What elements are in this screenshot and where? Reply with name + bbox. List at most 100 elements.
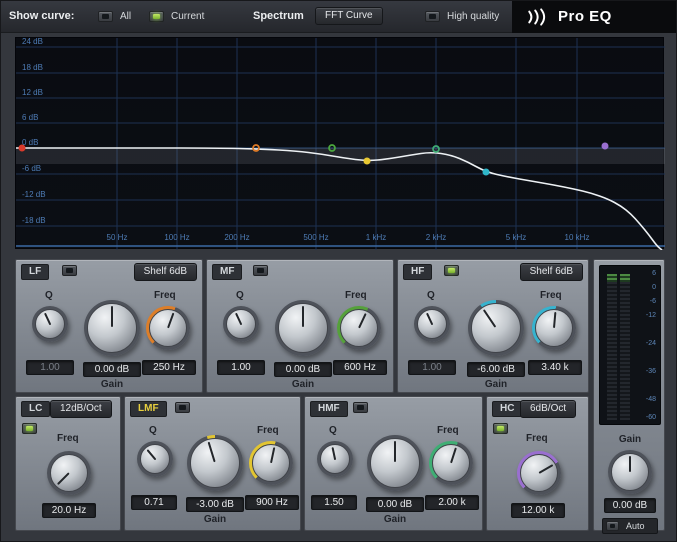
fft-curve-button[interactable]: FFT Curve bbox=[315, 7, 383, 25]
eq-handle-hc[interactable] bbox=[601, 142, 609, 150]
lf-freq-knob[interactable] bbox=[146, 306, 190, 350]
lf-gain-value[interactable]: 0.00 dB bbox=[83, 362, 141, 377]
band-panel-lc: LC 12dB/Oct Freq 20.0 Hz bbox=[15, 396, 121, 531]
hc-slope-button[interactable]: 6dB/Oct bbox=[520, 400, 577, 418]
eq-handle-lmf[interactable] bbox=[363, 157, 371, 165]
meter-scale-label: -48 bbox=[645, 396, 656, 403]
lc-slope-button[interactable]: 12dB/Oct bbox=[50, 400, 112, 418]
hf-q-label: Q bbox=[427, 290, 435, 301]
show-all-label: All bbox=[120, 11, 132, 22]
band-tab-hf[interactable]: HF bbox=[403, 264, 433, 280]
toolbar: Show curve: All Current Spectrum FFT Cur… bbox=[1, 1, 676, 33]
hc-freq-knob[interactable] bbox=[517, 451, 561, 495]
lmf-gain-value[interactable]: -3.00 dB bbox=[186, 497, 244, 512]
knob-rotor bbox=[427, 439, 475, 487]
lmf-gain-knob[interactable] bbox=[187, 435, 243, 491]
mf-freq-value[interactable]: 600 Hz bbox=[333, 360, 387, 375]
output-gain-knob[interactable] bbox=[608, 450, 652, 494]
hf-freq-value[interactable]: 3.40 k bbox=[528, 360, 582, 375]
knob-pointer bbox=[270, 447, 276, 464]
db-axis-label: -6 dB bbox=[22, 164, 41, 173]
knob-pointer bbox=[482, 309, 497, 328]
hmf-q-value[interactable]: 1.50 bbox=[311, 495, 357, 510]
freq-axis-label: 1 kHz bbox=[366, 233, 386, 242]
knob-rotor bbox=[184, 432, 246, 494]
output-gain-value[interactable]: 0.00 dB bbox=[604, 498, 656, 513]
mf-enable-checkbox[interactable] bbox=[253, 265, 268, 276]
mf-q-label: Q bbox=[236, 290, 244, 301]
band-tab-lf[interactable]: LF bbox=[21, 264, 50, 280]
knob-pointer bbox=[450, 447, 457, 464]
lmf-enable-checkbox[interactable] bbox=[175, 402, 190, 413]
mf-gain-knob[interactable] bbox=[275, 300, 331, 356]
high-quality-checkbox[interactable] bbox=[425, 11, 440, 22]
lc-freq-knob[interactable] bbox=[47, 451, 91, 495]
meter-scale-label: -60 bbox=[645, 414, 656, 421]
hf-enable-checkbox[interactable] bbox=[444, 265, 459, 276]
knob-pointer bbox=[56, 472, 70, 486]
hc-freq-value[interactable]: 12.00 k bbox=[511, 503, 565, 518]
meter-scale-label: 6 bbox=[652, 270, 656, 277]
mf-q-knob[interactable] bbox=[223, 306, 259, 342]
hf-q-value[interactable]: 1.00 bbox=[408, 360, 456, 375]
band-tab-hmf[interactable]: HMF bbox=[310, 401, 348, 417]
lmf-q-knob[interactable] bbox=[137, 441, 173, 477]
db-axis-label: 0 dB bbox=[22, 138, 38, 147]
knob-rotor bbox=[42, 446, 96, 500]
band-tab-lc[interactable]: LC bbox=[21, 401, 51, 417]
knob-pointer bbox=[629, 456, 631, 472]
eq-graph[interactable]: 24 dB 18 dB 12 dB 6 dB 0 dB -6 dB -12 dB -18 dB… bbox=[15, 37, 665, 250]
mf-gain-value[interactable]: 0.00 dB bbox=[274, 362, 332, 377]
mf-freq-knob[interactable] bbox=[337, 306, 381, 350]
band-panel-mf: MF Q 1.00 0.00 dB Gain Freq 600 Hz bbox=[206, 259, 394, 393]
lf-shelf-button[interactable]: Shelf 6dB bbox=[133, 263, 197, 281]
hmf-q-knob[interactable] bbox=[317, 441, 353, 477]
band-panel-hmf: HMF Q 1.50 0.00 dB Gain Freq 2.00 k bbox=[304, 396, 483, 531]
hmf-gain-knob[interactable] bbox=[367, 435, 423, 491]
lmf-q-value[interactable]: 0.71 bbox=[131, 495, 177, 510]
lmf-enable-led bbox=[179, 405, 186, 410]
knob-pointer bbox=[207, 441, 216, 463]
lmf-freq-knob[interactable] bbox=[249, 441, 293, 485]
meter-scale-label: -6 bbox=[649, 298, 656, 305]
auto-checkbox[interactable] bbox=[606, 521, 619, 531]
mf-q-value[interactable]: 1.00 bbox=[217, 360, 265, 375]
hc-enable-checkbox[interactable] bbox=[493, 423, 508, 434]
band-tab-mf[interactable]: MF bbox=[212, 264, 243, 280]
zero-band-highlight bbox=[16, 148, 665, 164]
band-panel-hf: HF Shelf 6dB Q 1.00 -6.00 dB Gain Freq 3… bbox=[397, 259, 589, 393]
knob-rotor bbox=[370, 438, 420, 488]
lc-freq-value[interactable]: 20.0 Hz bbox=[42, 503, 96, 518]
lmf-freq-value[interactable]: 900 Hz bbox=[245, 495, 299, 510]
lf-enable-checkbox[interactable] bbox=[62, 265, 77, 276]
knob-rotor bbox=[533, 307, 574, 348]
hf-gain-label: Gain bbox=[484, 379, 508, 390]
knob-rotor bbox=[412, 304, 452, 344]
show-all-checkbox[interactable] bbox=[98, 11, 113, 22]
hmf-enable-led bbox=[357, 405, 364, 410]
mf-gain-label: Gain bbox=[291, 379, 315, 390]
knob-rotor bbox=[461, 293, 530, 362]
meter-scale-label: 0 bbox=[652, 284, 656, 291]
hf-gain-knob[interactable] bbox=[468, 300, 524, 356]
lf-q-value[interactable]: 1.00 bbox=[26, 360, 74, 375]
hmf-freq-knob[interactable] bbox=[429, 441, 473, 485]
hmf-gain-value[interactable]: 0.00 dB bbox=[366, 497, 424, 512]
band-tab-hc[interactable]: HC bbox=[492, 401, 523, 417]
lf-freq-value[interactable]: 250 Hz bbox=[142, 360, 196, 375]
hf-q-knob[interactable] bbox=[414, 306, 450, 342]
hf-freq-knob[interactable] bbox=[532, 306, 576, 350]
hmf-freq-value[interactable]: 2.00 k bbox=[425, 495, 479, 510]
hf-gain-value[interactable]: -6.00 dB bbox=[467, 362, 525, 377]
hmf-enable-checkbox[interactable] bbox=[353, 402, 368, 413]
eq-handle-hf[interactable] bbox=[482, 168, 490, 176]
freq-axis-label: 10 kHz bbox=[565, 233, 590, 242]
hf-shelf-button[interactable]: Shelf 6dB bbox=[519, 263, 583, 281]
lf-q-knob[interactable] bbox=[32, 306, 68, 342]
band-tab-lmf[interactable]: LMF bbox=[130, 401, 167, 417]
lf-gain-knob[interactable] bbox=[84, 300, 140, 356]
freq-axis-label: 500 Hz bbox=[303, 233, 328, 242]
show-current-checkbox[interactable] bbox=[149, 11, 164, 22]
knob-rotor bbox=[278, 303, 328, 353]
lc-enable-checkbox[interactable] bbox=[22, 423, 37, 434]
